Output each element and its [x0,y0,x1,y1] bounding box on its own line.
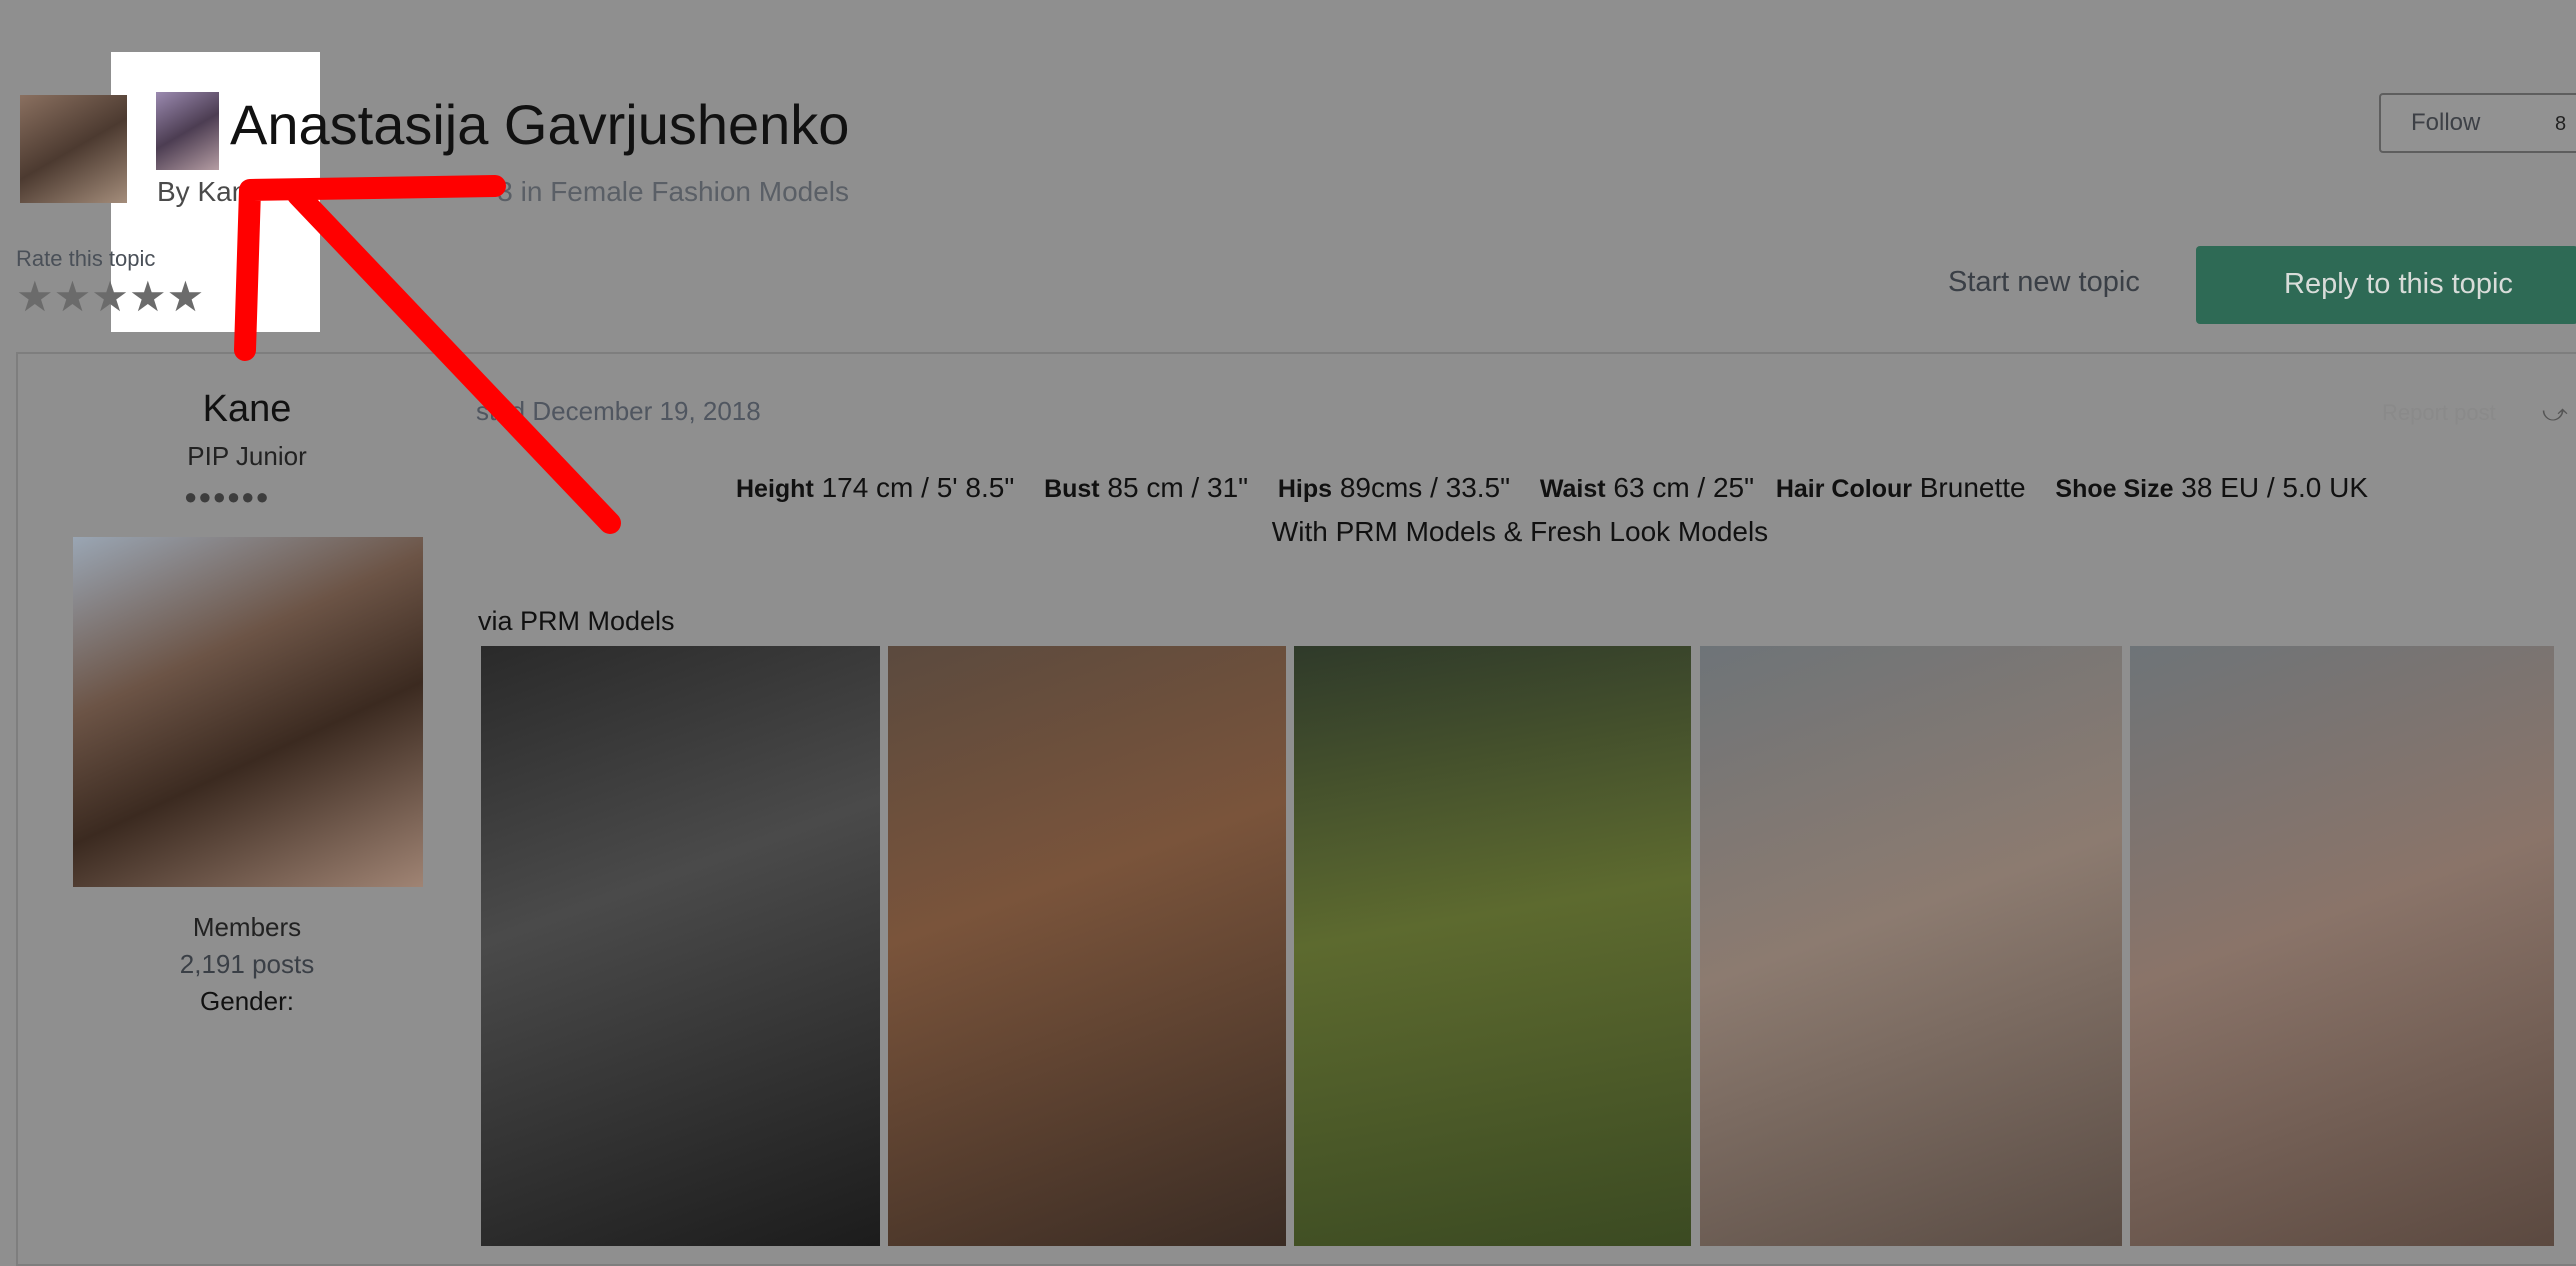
rank-pips: ●●●●●● [184,484,270,509]
topic-title: Anastasija Gavrjushenko [230,93,850,156]
follow-count: 8 [2555,113,2567,135]
agency-line: With PRM Models & Fresh Look Models [1271,516,1769,547]
rate-topic-label: Rate this topic [16,246,156,271]
author-rank: PIP Junior [187,441,307,471]
author-group: Members [192,912,302,942]
gallery-image[interactable] [481,646,880,1246]
reply-button-label: Reply to this topic [2284,268,2513,300]
gallery-image[interactable] [1294,646,1691,1246]
author-avatar[interactable] [73,537,423,887]
hair-value: Brunette [1919,472,2026,503]
reply-button[interactable]: Reply to this topic [2196,246,2576,324]
gallery-image[interactable] [2130,646,2554,1246]
author-avatar-small[interactable] [156,92,219,170]
follow-button[interactable]: Follow 8 [2379,93,2576,153]
topic-author-thumbnail[interactable] [20,95,127,203]
topic-byline: By Kan 3 in Female Fashion Models [157,176,849,208]
report-post-link[interactable]: Report post [2382,400,2496,426]
via-agency: via PRM Models [478,606,675,636]
author-post-count: 2,191 posts [179,949,315,979]
height-label: Height [736,475,814,503]
hips-value: 89cms / 33.5" [1339,472,1511,503]
bust-label: Bust [1044,475,1100,503]
hair-label: Hair Colour [1775,475,1912,503]
follow-label: Follow [2411,109,2481,136]
bust-value: 85 cm / 31" [1107,472,1249,503]
height-value: 174 cm / 5' 8.5" [821,472,1015,503]
shoe-label: Shoe Size [2055,475,2174,503]
share-icon[interactable]: ⤻ [2542,400,2568,428]
shoe-value: 38 EU / 5.0 UK [2181,472,2369,503]
waist-label: Waist [1539,475,1606,503]
gallery-image[interactable] [1700,646,2122,1246]
author-name[interactable]: Kane [0,388,494,431]
author-gender-label: Gender: [200,986,294,1016]
rating-stars[interactable]: ★★★★★ [16,272,204,321]
byline-author[interactable]: By Kan [157,176,247,207]
waist-value: 63 cm / 25" [1613,472,1755,503]
post-date: sted December 19, 2018 [476,396,761,426]
byline-forum[interactable]: 3 in Female Fashion Models [497,176,849,207]
model-stats: Height 174 cm / 5' 8.5" Bust 85 cm / 31"… [736,472,2368,504]
start-new-topic-link[interactable]: Start new topic [1948,266,2140,299]
hips-label: Hips [1277,475,1333,503]
gallery-image[interactable] [888,646,1286,1246]
